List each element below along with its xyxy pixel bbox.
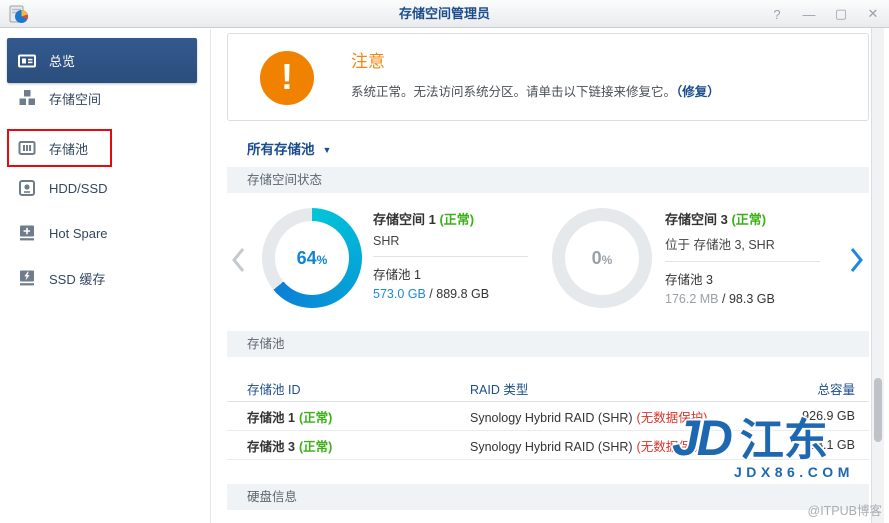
volume3-pool: 存储池 3 <box>665 269 845 288</box>
help-button[interactable]: ? <box>769 7 785 22</box>
sidebar-item-label: 存储空间 <box>49 89 101 108</box>
hot-spare-icon <box>18 224 36 242</box>
minimize-button[interactable]: — <box>801 7 817 22</box>
ssd-cache-icon <box>18 269 36 287</box>
itpub-credit-watermark: @ITPUB博客 <box>808 500 883 519</box>
section-disk-info: 硬盘信息 <box>227 484 869 510</box>
sidebar-item-hot-spare[interactable]: Hot Spare <box>0 213 208 253</box>
volume3-usage: 176.2 MB / 98.3 GB <box>665 292 845 306</box>
window-controls: ? — ▢ ✕ <box>769 0 881 28</box>
pool-status-badge: (正常) <box>299 440 332 454</box>
divider <box>373 256 528 257</box>
capacity-cell: 98.1 GB <box>770 438 869 452</box>
column-header-raid-type[interactable]: RAID 类型 <box>470 379 770 398</box>
raid-warning-badge: (无数据保护) <box>637 440 708 454</box>
sidebar: 总览 存储空间 存储池 HDD/S <box>0 29 211 523</box>
sidebar-item-label: 存储池 <box>49 139 88 158</box>
volume1-used: 573.0 GB <box>373 287 426 301</box>
pool-filter-dropdown[interactable]: 所有存储池 ▼ <box>247 138 331 158</box>
column-header-total-capacity[interactable]: 总容量 <box>770 379 869 398</box>
window-title: 存储空间管理员 <box>0 0 889 28</box>
volume1-title: 存储空间 1 (正常) <box>373 209 553 228</box>
storage-space-icon <box>18 89 36 107</box>
column-header-pool-id[interactable]: 存储池 ID <box>227 379 470 398</box>
close-button[interactable]: ✕ <box>865 6 881 22</box>
raid-warning-badge: (无数据保护) <box>637 411 708 425</box>
section-storage-pool: 存储池 <box>227 331 869 357</box>
sidebar-item-label: HDD/SSD <box>49 181 108 196</box>
volume1-type: SHR <box>373 234 553 248</box>
volume1-total: 889.8 GB <box>436 287 489 301</box>
storage-manager-window: 存储空间管理员 ? — ▢ ✕ 总览 存储空间 <box>0 0 889 523</box>
chevron-left-icon <box>229 245 247 275</box>
volume-carousel: 64% 存储空间 1 (正常) SHR 存储池 1 573.0 GB / 889… <box>227 193 869 331</box>
carousel-prev-button[interactable] <box>229 245 247 275</box>
volume3-location: 位于 存储池 3, SHR <box>665 234 845 253</box>
sidebar-item-label: SSD 缓存 <box>49 269 105 288</box>
volume3-info: 存储空间 3 (正常) 位于 存储池 3, SHR 存储池 3 176.2 MB… <box>665 209 845 306</box>
volume3-usage-donut: 0% <box>552 208 652 308</box>
pool-table: 存储池 ID RAID 类型 总容量 存储池 1(正常) Synology Hy… <box>227 375 869 460</box>
volume1-status-badge: (正常) <box>439 212 474 227</box>
overview-icon <box>18 52 36 70</box>
volume1-info: 存储空间 1 (正常) SHR 存储池 1 573.0 GB / 889.8 G… <box>373 209 553 301</box>
sidebar-item-hdd-ssd[interactable]: HDD/SSD <box>0 168 208 208</box>
volume3-total: 98.3 GB <box>729 292 775 306</box>
sidebar-item-storage-space[interactable]: 存储空间 <box>0 78 208 118</box>
section-volume-status: 存储空间状态 <box>227 167 869 193</box>
volume3-used: 176.2 MB <box>665 292 719 306</box>
vertical-scrollbar <box>871 28 884 523</box>
volume3-usage-percent: 0% <box>565 221 639 295</box>
carousel-next-button[interactable] <box>848 245 866 275</box>
volume1-usage-donut: 64% <box>262 208 362 308</box>
sidebar-item-label: 总览 <box>49 51 75 70</box>
pool-table-row[interactable]: 存储池 1(正常) Synology Hybrid RAID (SHR)(无数据… <box>227 402 869 431</box>
volume1-usage: 573.0 GB / 889.8 GB <box>373 287 553 301</box>
sidebar-item-label: Hot Spare <box>49 226 108 241</box>
maximize-button[interactable]: ▢ <box>833 6 849 22</box>
volume3-title: 存储空间 3 (正常) <box>665 209 845 228</box>
alert-message-text: 系统正常。无法访问系统分区。请单击以下链接来修复它。 <box>351 85 676 99</box>
titlebar: 存储空间管理员 ? — ▢ ✕ <box>0 0 889 28</box>
pool-status-badge: (正常) <box>299 411 332 425</box>
raid-type-cell: Synology Hybrid RAID (SHR)(无数据保护) <box>470 436 770 455</box>
storage-pool-icon <box>18 139 36 157</box>
sidebar-item-ssd-cache[interactable]: SSD 缓存 <box>0 258 208 298</box>
repair-link[interactable]: （修复） <box>676 85 720 99</box>
volume1-pool: 存储池 1 <box>373 264 553 283</box>
alert-title: 注意 <box>351 47 385 72</box>
chevron-down-icon: ▼ <box>323 145 332 155</box>
hdd-ssd-icon <box>18 179 36 197</box>
capacity-cell: 926.9 GB <box>770 409 869 423</box>
raid-type-cell: Synology Hybrid RAID (SHR)(无数据保护) <box>470 407 770 426</box>
pool-id-cell: 存储池 1(正常) <box>227 407 470 426</box>
pool-id-cell: 存储池 3(正常) <box>227 436 470 455</box>
pool-table-row[interactable]: 存储池 3(正常) Synology Hybrid RAID (SHR)(无数据… <box>227 431 869 460</box>
scrollbar-thumb[interactable] <box>874 378 882 442</box>
sidebar-item-storage-pool[interactable]: 存储池 <box>0 128 208 168</box>
sidebar-item-overview[interactable]: 总览 <box>7 38 197 83</box>
volume1-usage-percent: 64% <box>275 221 349 295</box>
alert-message: 系统正常。无法访问系统分区。请单击以下链接来修复它。（修复） <box>351 81 720 100</box>
pool-filter-label: 所有存储池 <box>247 142 315 157</box>
divider <box>665 261 820 262</box>
warning-icon: ! <box>260 51 314 105</box>
volume3-status-badge: (正常) <box>731 212 766 227</box>
chevron-right-icon <box>848 245 866 275</box>
main-content: ! 注意 系统正常。无法访问系统分区。请单击以下链接来修复它。（修复） 所有存储… <box>211 28 871 523</box>
alert-card: ! 注意 系统正常。无法访问系统分区。请单击以下链接来修复它。（修复） <box>227 33 869 121</box>
pool-table-header: 存储池 ID RAID 类型 总容量 <box>227 375 869 402</box>
